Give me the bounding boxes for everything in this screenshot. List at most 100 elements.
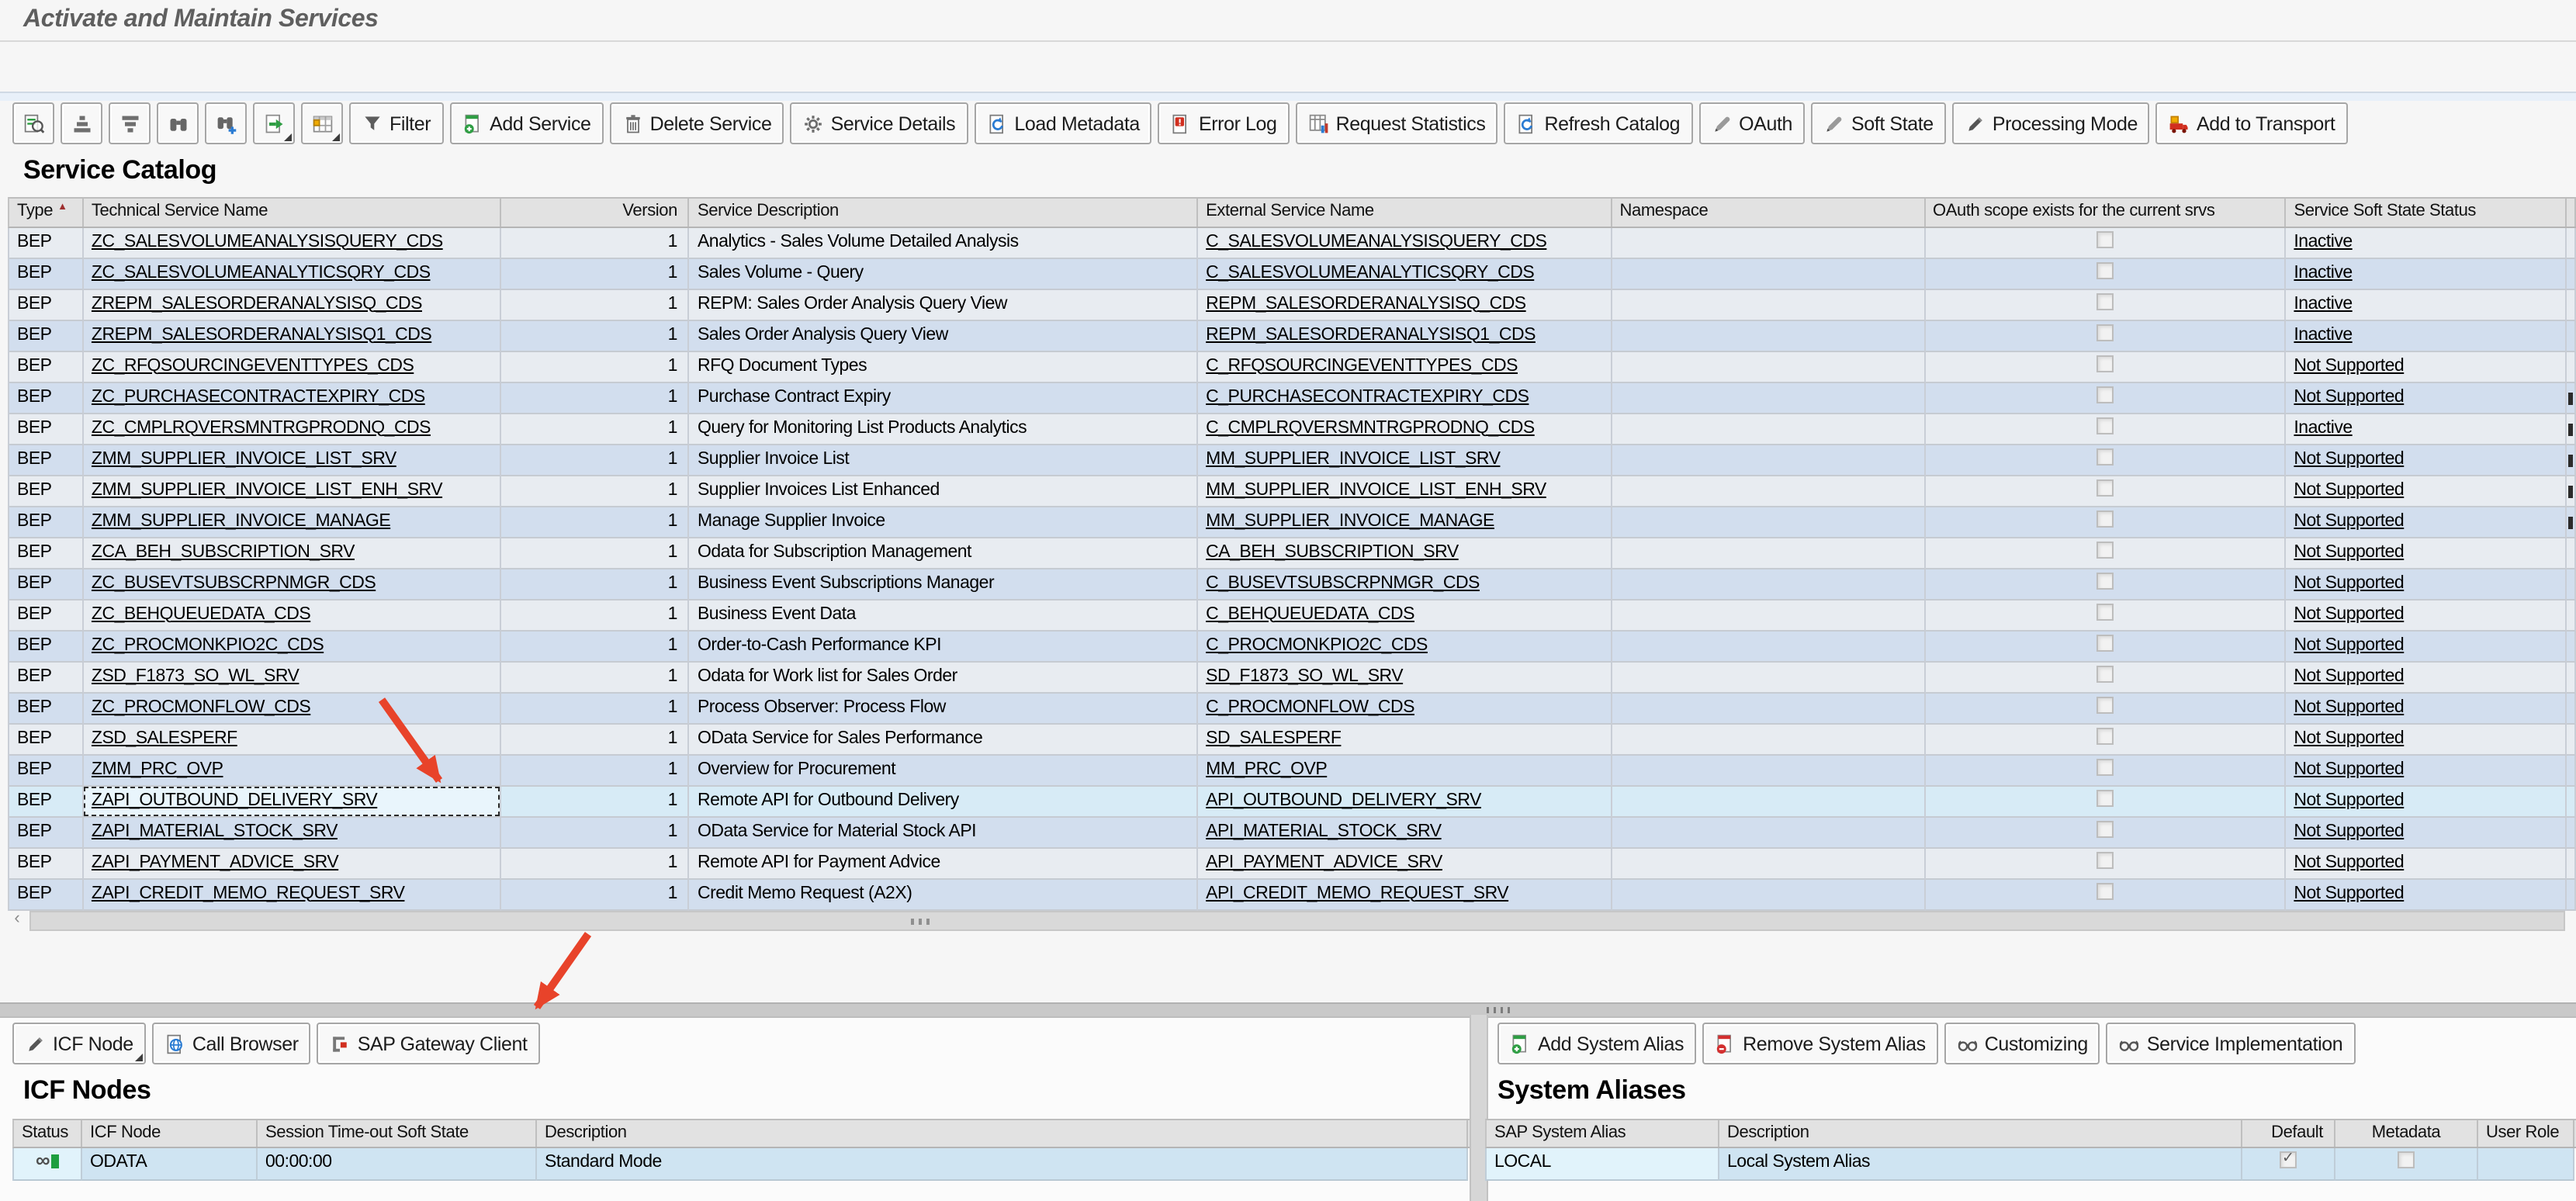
request-statistics-button[interactable]: Request Statistics <box>1296 102 1498 144</box>
column-header-sap-system-alias[interactable]: SAP System Alias <box>1487 1120 1719 1147</box>
external-service-name-link[interactable]: CA_BEH_SUBSCRIPTION_SRV <box>1206 542 1459 561</box>
dropdown-corner-icon[interactable] <box>332 133 340 141</box>
service-implementation-button[interactable]: Service Implementation <box>2107 1023 2355 1064</box>
filter-button[interactable]: Filter <box>349 102 443 144</box>
column-header-type[interactable]: Type▲ <box>9 199 84 227</box>
details-button[interactable] <box>12 102 54 144</box>
table-row[interactable]: BEPZC_BEHQUEUEDATA_CDS1Business Event Da… <box>8 600 2576 632</box>
technical-service-name-link[interactable]: ZMM_SUPPLIER_INVOICE_LIST_ENH_SRV <box>92 480 442 499</box>
soft-state-status-link[interactable]: Not Supported <box>2294 729 2404 747</box>
technical-service-name-link[interactable]: ZAPI_OUTBOUND_DELIVERY_SRV <box>92 791 377 809</box>
column-header-service-soft-state-status[interactable]: Service Soft State Status <box>2286 199 2567 227</box>
soft-state-status-link[interactable]: Not Supported <box>2294 356 2404 375</box>
remove-system-alias-button[interactable]: Remove System Alias <box>1702 1023 1938 1064</box>
table-row[interactable]: BEPZAPI_CREDIT_MEMO_REQUEST_SRV1Credit M… <box>8 880 2576 911</box>
icf-node-button[interactable]: ICF Node <box>12 1023 146 1064</box>
external-service-name-link[interactable]: API_PAYMENT_ADVICE_SRV <box>1206 853 1442 871</box>
column-header-default[interactable]: Default <box>2242 1120 2335 1147</box>
external-service-name-link[interactable]: C_PURCHASECONTRACTEXPIRY_CDS <box>1206 387 1529 406</box>
technical-service-name-link[interactable]: ZC_SALESVOLUMEANALYTICSQRY_CDS <box>92 263 431 282</box>
external-service-name-link[interactable]: C_PROCMONFLOW_CDS <box>1206 697 1414 716</box>
sap-gateway-client-button[interactable]: SAP Gateway Client <box>317 1023 540 1064</box>
table-row[interactable]: BEPZSD_SALESPERF1OData Service for Sales… <box>8 725 2576 756</box>
column-header-description[interactable]: Description <box>1719 1120 2242 1147</box>
column-header-oauth-scope-exists-for-the-current-srvs[interactable]: OAuth scope exists for the current srvs <box>1925 199 2286 227</box>
soft-state-status-link[interactable]: Not Supported <box>2294 449 2404 468</box>
soft-state-status-link[interactable]: Not Supported <box>2294 853 2404 871</box>
soft-state-status-link[interactable]: Not Supported <box>2294 604 2404 623</box>
technical-service-name-link[interactable]: ZMM_SUPPLIER_INVOICE_MANAGE <box>92 511 390 530</box>
column-header-technical-service-name[interactable]: Technical Service Name <box>84 199 500 227</box>
table-row[interactable]: BEPZC_BUSEVTSUBSCRPNMGR_CDS1Business Eve… <box>8 569 2576 600</box>
table-row[interactable]: BEPZC_PURCHASECONTRACTEXPIRY_CDS1Purchas… <box>8 383 2576 414</box>
icf-node-row[interactable]: ∞ODATA00:00:00Standard Mode <box>12 1148 1470 1181</box>
soft-state-button[interactable]: Soft State <box>1811 102 1946 144</box>
external-service-name-link[interactable]: MM_SUPPLIER_INVOICE_LIST_SRV <box>1206 449 1500 468</box>
soft-state-status-link[interactable]: Not Supported <box>2294 387 2404 406</box>
column-header-session-time-out-soft-state[interactable]: Session Time-out Soft State <box>258 1120 537 1147</box>
technical-service-name-link[interactable]: ZC_RFQSOURCINGEVENTTYPES_CDS <box>92 356 414 375</box>
horizontal-scrollbar[interactable]: ‹ <box>8 909 2568 931</box>
table-row[interactable]: BEPZMM_PRC_OVP1Overview for ProcurementM… <box>8 756 2576 787</box>
load-metadata-button[interactable]: Load Metadata <box>974 102 1152 144</box>
table-row[interactable]: BEPZCA_BEH_SUBSCRIPTION_SRV1Odata for Su… <box>8 538 2576 569</box>
table-row[interactable]: BEPZC_SALESVOLUMEANALYTICSQRY_CDS1Sales … <box>8 259 2576 290</box>
external-service-name-link[interactable]: C_BUSEVTSUBSCRPNMGR_CDS <box>1206 573 1480 592</box>
column-header-external-service-name[interactable]: External Service Name <box>1198 199 1612 227</box>
external-service-name-link[interactable]: REPM_SALESORDERANALYSISQ1_CDS <box>1206 325 1536 344</box>
table-row[interactable]: BEPZC_CMPLRQVERSMNTRGPRODNQ_CDS1Query fo… <box>8 414 2576 445</box>
horizontal-splitter[interactable] <box>0 1002 2576 1018</box>
technical-service-name-link[interactable]: ZC_SALESVOLUMEANALYSISQUERY_CDS <box>92 232 443 251</box>
error-log-button[interactable]: Error Log <box>1158 102 1290 144</box>
find-next-button[interactable] <box>205 102 247 144</box>
external-service-name-link[interactable]: MM_SUPPLIER_INVOICE_LIST_ENH_SRV <box>1206 480 1546 499</box>
export-button[interactable] <box>253 102 295 144</box>
soft-state-status-link[interactable]: Not Supported <box>2294 635 2404 654</box>
soft-state-status-link[interactable]: Inactive <box>2294 325 2352 344</box>
column-header-description[interactable]: Description <box>537 1120 1468 1147</box>
soft-state-status-link[interactable]: Not Supported <box>2294 884 2404 902</box>
table-row[interactable]: BEPZAPI_PAYMENT_ADVICE_SRV1Remote API fo… <box>8 849 2576 880</box>
soft-state-status-link[interactable]: Not Supported <box>2294 573 2404 592</box>
table-row[interactable]: BEPZC_PROCMONFLOW_CDS1Process Observer: … <box>8 694 2576 725</box>
table-row[interactable]: BEPZC_PROCMONKPIO2C_CDS1Order-to-Cash Pe… <box>8 632 2576 663</box>
technical-service-name-link[interactable]: ZMM_SUPPLIER_INVOICE_LIST_SRV <box>92 449 396 468</box>
soft-state-status-link[interactable]: Not Supported <box>2294 511 2404 530</box>
soft-state-status-link[interactable]: Inactive <box>2294 263 2352 282</box>
call-browser-button[interactable]: Call Browser <box>152 1023 311 1064</box>
table-row[interactable]: BEPZMM_SUPPLIER_INVOICE_LIST_ENH_SRV1Sup… <box>8 476 2576 507</box>
technical-service-name-link[interactable]: ZREPM_SALESORDERANALYSISQ1_CDS <box>92 325 431 344</box>
splitter-handle[interactable] <box>1487 1007 1515 1013</box>
technical-service-name-link[interactable]: ZAPI_CREDIT_MEMO_REQUEST_SRV <box>92 884 405 902</box>
soft-state-status-link[interactable]: Inactive <box>2294 418 2352 437</box>
table-row[interactable]: BEPZSD_F1873_SO_WL_SRV1Odata for Work li… <box>8 663 2576 694</box>
soft-state-status-link[interactable]: Not Supported <box>2294 697 2404 716</box>
technical-service-name-link[interactable]: ZC_PROCMONKPIO2C_CDS <box>92 635 324 654</box>
external-service-name-link[interactable]: API_CREDIT_MEMO_REQUEST_SRV <box>1206 884 1508 902</box>
external-service-name-link[interactable]: SD_F1873_SO_WL_SRV <box>1206 666 1403 685</box>
customizing-button[interactable]: Customizing <box>1944 1023 2100 1064</box>
delete-service-button[interactable]: Delete Service <box>610 102 784 144</box>
add-system-alias-button[interactable]: Add System Alias <box>1497 1023 1696 1064</box>
refresh-catalog-button[interactable]: Refresh Catalog <box>1504 102 1692 144</box>
technical-service-name-link[interactable]: ZMM_PRC_OVP <box>92 760 223 778</box>
sort-ascending-button[interactable] <box>61 102 102 144</box>
soft-state-status-link[interactable]: Not Supported <box>2294 760 2404 778</box>
choose-layout-button[interactable] <box>301 102 343 144</box>
table-row[interactable]: BEPZC_SALESVOLUMEANALYSISQUERY_CDS1Analy… <box>8 228 2576 259</box>
technical-service-name-link[interactable]: ZC_BUSEVTSUBSCRPNMGR_CDS <box>92 573 376 592</box>
dropdown-corner-icon[interactable] <box>284 133 292 141</box>
external-service-name-link[interactable]: C_PROCMONKPIO2C_CDS <box>1206 635 1428 654</box>
external-service-name-link[interactable]: C_BEHQUEUEDATA_CDS <box>1206 604 1414 623</box>
soft-state-status-link[interactable]: Not Supported <box>2294 542 2404 561</box>
external-service-name-link[interactable]: API_MATERIAL_STOCK_SRV <box>1206 822 1441 840</box>
column-header-icf-node[interactable]: ICF Node <box>82 1120 258 1147</box>
technical-service-name-link[interactable]: ZSD_SALESPERF <box>92 729 237 747</box>
table-row[interactable]: BEPZC_RFQSOURCINGEVENTTYPES_CDS1RFQ Docu… <box>8 352 2576 383</box>
technical-service-name-link[interactable]: ZSD_F1873_SO_WL_SRV <box>92 666 299 685</box>
scrollbar-grip[interactable] <box>911 919 933 925</box>
soft-state-status-link[interactable]: Not Supported <box>2294 666 2404 685</box>
external-service-name-link[interactable]: C_RFQSOURCINGEVENTTYPES_CDS <box>1206 356 1518 375</box>
add-service-button[interactable]: Add Service <box>449 102 603 144</box>
technical-service-name-link[interactable]: ZC_PROCMONFLOW_CDS <box>92 697 310 716</box>
